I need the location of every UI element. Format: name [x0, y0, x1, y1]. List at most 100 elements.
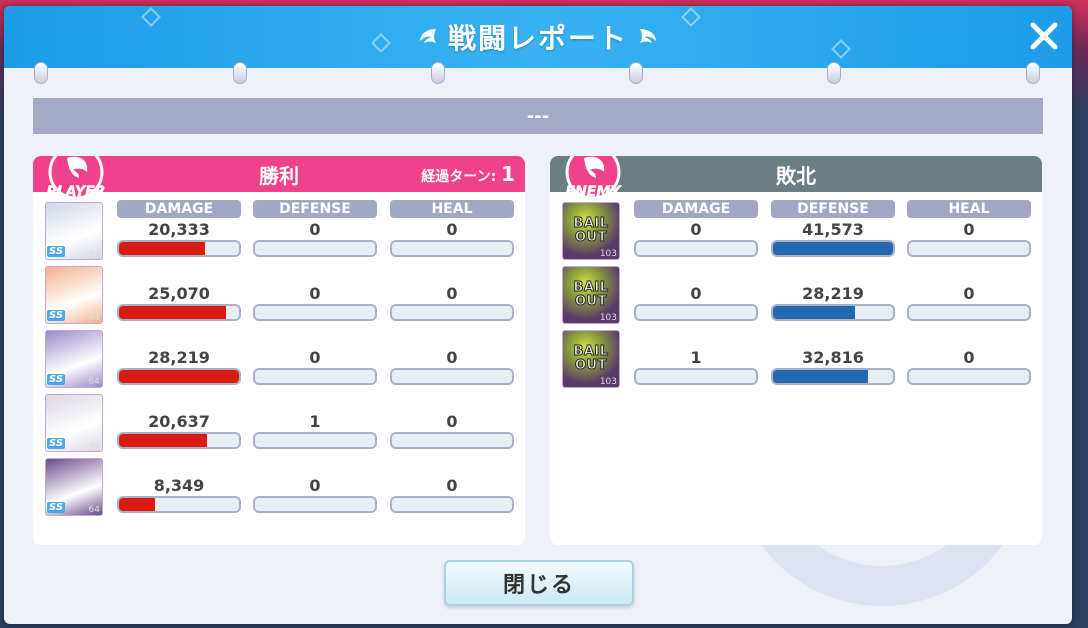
- defense-bar-fill: [773, 370, 868, 383]
- enemy-portrait[interactable]: BAIL OUT 103: [562, 202, 620, 260]
- diamond-decoration: [371, 33, 391, 53]
- defense-stat: DEFENSE 0: [253, 200, 377, 257]
- level-label: 64: [88, 441, 100, 451]
- enemy-portrait[interactable]: BAIL OUT 103: [562, 266, 620, 324]
- heal-stat: HEAL 0: [390, 200, 514, 257]
- enemy-result: 敗北: [776, 163, 816, 188]
- level-label: 64: [88, 377, 100, 387]
- defense-stat: DEFENSE 41,573: [771, 200, 895, 257]
- damage-bar: [634, 368, 758, 385]
- enemy-panel: ENEMY 敗北 BAIL OUT 103 DAMAGE 0 DEFENSE 41,573 H…: [550, 156, 1042, 545]
- ring: [827, 62, 841, 84]
- binder-rings: [4, 62, 1072, 86]
- damage-value: 8,349: [153, 476, 205, 495]
- damage-bar-fill: [119, 434, 207, 447]
- bailout-text: BAIL: [573, 344, 609, 359]
- defense-value: 1: [309, 412, 321, 431]
- player-row: SS 64 DAMAGE 20,333 DEFENSE 0 HEAL 0: [33, 200, 525, 264]
- rarity-tag: SS: [47, 310, 66, 321]
- defense-bar: [253, 432, 377, 449]
- enemy-header: ENEMY 敗北: [550, 156, 1042, 200]
- damage-value: 0: [690, 284, 702, 303]
- dialog-title: 戦闘レポート: [447, 22, 628, 55]
- damage-bar: [117, 496, 241, 513]
- rarity-tag: SS: [47, 438, 66, 449]
- wing-left-icon: [419, 29, 436, 43]
- defense-value: 41,573: [802, 220, 864, 239]
- defense-bar: [253, 368, 377, 385]
- diamond-decoration: [681, 7, 701, 27]
- heal-value: 0: [963, 220, 975, 239]
- close-button[interactable]: [1026, 18, 1062, 54]
- damage-bar: [634, 304, 758, 321]
- player-header: PLAYER 勝利 経過ターン: 1: [33, 156, 525, 200]
- battle-subtitle: ---: [33, 98, 1043, 134]
- defense-bar: [771, 304, 895, 321]
- damage-bar: [634, 240, 758, 257]
- close-dialog-button[interactable]: 閉じる: [444, 560, 634, 606]
- character-portrait[interactable]: SS 64: [45, 394, 103, 452]
- defense-value: 0: [309, 348, 321, 367]
- heal-bar: [390, 496, 514, 513]
- damage-bar-fill: [119, 306, 226, 319]
- defense-header: DEFENSE: [253, 200, 377, 218]
- player-rows: SS 64 DAMAGE 20,333 DEFENSE 0 HEAL 0 SS 64 25,070 0…: [33, 192, 525, 520]
- level-label: 103: [599, 249, 617, 259]
- bailout-text: OUT: [575, 230, 607, 245]
- character-portrait[interactable]: SS 64: [45, 266, 103, 324]
- damage-bar: [117, 240, 241, 257]
- defense-bar: [771, 240, 895, 257]
- heal-bar: [907, 240, 1031, 257]
- diamond-decoration: [141, 7, 161, 27]
- damage-header: DAMAGE: [634, 200, 758, 218]
- damage-value: 20,637: [148, 412, 210, 431]
- enemy-rows: BAIL OUT 103 DAMAGE 0 DEFENSE 41,573 HEAL 0 BAIL O…: [550, 192, 1042, 392]
- damage-value: 1: [690, 348, 702, 367]
- heal-value: 0: [446, 412, 458, 431]
- ring: [431, 62, 445, 84]
- defense-bar-fill: [773, 242, 893, 255]
- level-label: 103: [599, 313, 617, 323]
- heal-bar: [390, 368, 514, 385]
- turn-label: 経過ターン:: [421, 169, 497, 185]
- defense-bar: [771, 368, 895, 385]
- defense-value: 0: [309, 220, 321, 239]
- turn-info: 経過ターン: 1: [421, 162, 515, 186]
- level-label: 64: [88, 249, 100, 259]
- wing-right-icon: [640, 29, 656, 43]
- heal-value: 0: [963, 348, 975, 367]
- damage-value: 28,219: [148, 348, 210, 367]
- player-row: SS 64 20,637 1 0: [33, 392, 525, 456]
- title-bar: 戦闘レポート: [4, 6, 1072, 68]
- damage-header: DAMAGE: [117, 200, 241, 218]
- heal-bar: [390, 304, 514, 321]
- heal-value: 0: [446, 220, 458, 239]
- damage-value: 25,070: [148, 284, 210, 303]
- defense-header: DEFENSE: [771, 200, 895, 218]
- damage-bar: [117, 368, 241, 385]
- damage-stat: DAMAGE 20,333: [117, 200, 241, 257]
- rarity-tag: SS: [47, 246, 66, 257]
- damage-bar-fill: [119, 242, 206, 255]
- ring: [1026, 62, 1040, 84]
- character-portrait[interactable]: SS 64: [45, 330, 103, 388]
- damage-stat: DAMAGE 0: [634, 200, 758, 257]
- damage-value: 0: [690, 220, 702, 239]
- heal-value: 0: [446, 348, 458, 367]
- defense-value: 32,816: [802, 348, 864, 367]
- defense-bar-fill: [773, 306, 855, 319]
- player-panel: PLAYER 勝利 経過ターン: 1 SS 64 DAMAGE 20,333 DEFEN…: [33, 156, 525, 545]
- level-label: 64: [88, 505, 100, 515]
- player-result: 勝利: [259, 163, 299, 188]
- defense-value: 0: [309, 284, 321, 303]
- heal-value: 0: [446, 476, 458, 495]
- heal-header: HEAL: [907, 200, 1031, 218]
- heal-bar: [390, 240, 514, 257]
- enemy-portrait[interactable]: BAIL OUT 103: [562, 330, 620, 388]
- defense-bar: [253, 304, 377, 321]
- character-portrait[interactable]: SS 64: [45, 202, 103, 260]
- character-portrait[interactable]: SS 64: [45, 458, 103, 516]
- close-icon: [1030, 22, 1058, 50]
- enemy-row: BAIL OUT 103 0 28,219 0: [550, 264, 1042, 328]
- defense-bar: [253, 240, 377, 257]
